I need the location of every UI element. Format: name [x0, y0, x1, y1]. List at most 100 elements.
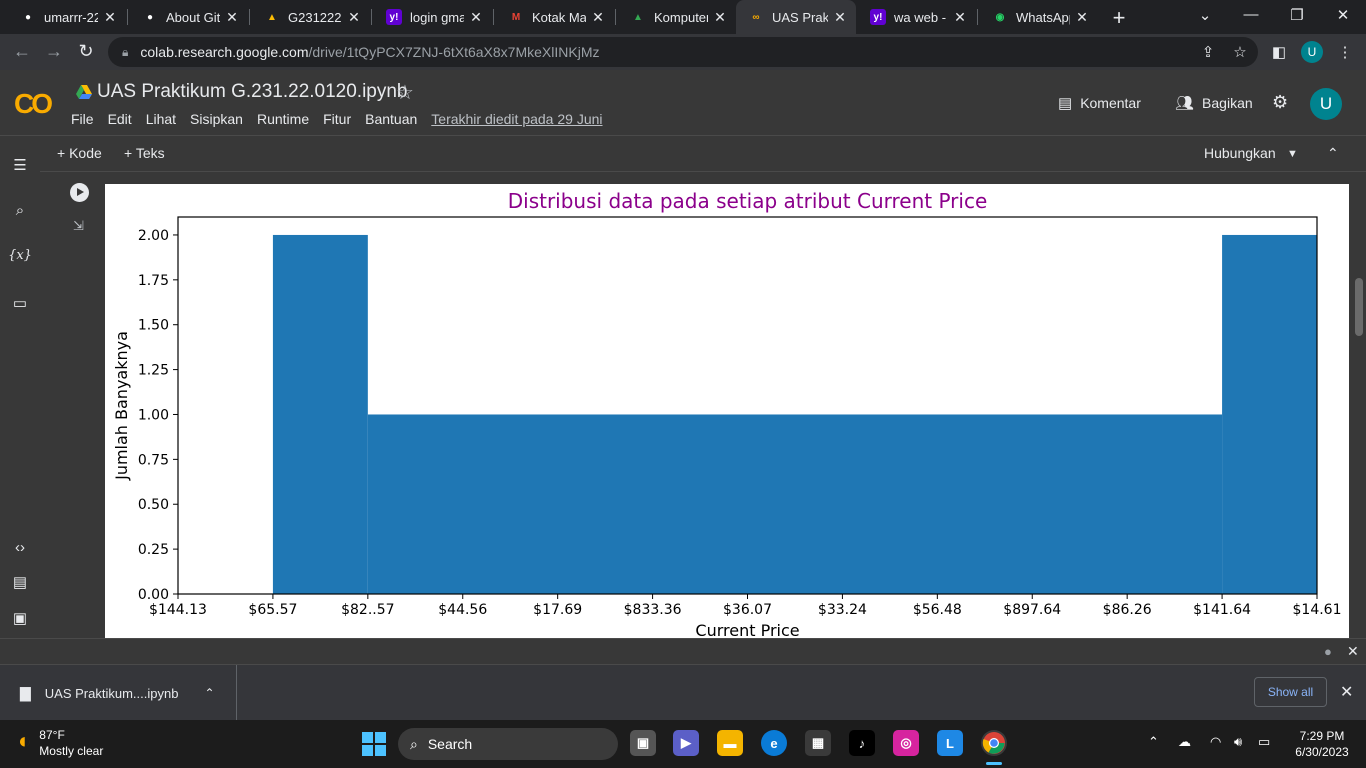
battery-icon[interactable]: ▭	[1258, 734, 1270, 750]
file-explorer-icon[interactable]: ▬	[717, 730, 743, 756]
tray-overflow-icon[interactable]: ⌃	[1148, 734, 1159, 750]
chart-output: 0.00 0.25 0.50 0.75 1.00 1.25 1.50 1.75 2.00 $144…	[105, 184, 1349, 638]
tab-2[interactable]: ▲ G231222-2✕	[252, 0, 370, 34]
close-tab-icon[interactable]: ✕	[712, 9, 728, 26]
tab-1[interactable]: ● About Gith✕	[130, 0, 248, 34]
edge-icon[interactable]: e	[761, 730, 787, 756]
tab-8[interactable]: ◉ WhatsApp ✕	[980, 0, 1098, 34]
line-app-icon[interactable]: L	[937, 730, 963, 756]
notebook-title-text[interactable]: UAS Praktikum G.231.22.0120.ipynb	[97, 81, 408, 103]
connect-button[interactable]: Hubungkan	[1204, 145, 1276, 161]
volume-icon[interactable]: 🔊︎	[1234, 734, 1242, 750]
close-tab-icon[interactable]: ✕	[468, 9, 484, 26]
share-button[interactable]: 👥︎ Bagikan	[1175, 94, 1253, 112]
x-tick-label: $56.48	[913, 602, 962, 618]
onedrive-icon[interactable]: ☁	[1178, 734, 1191, 750]
profile-avatar[interactable]: U	[1301, 41, 1323, 63]
maximize-button[interactable]: ❐	[1285, 6, 1309, 24]
terminal-icon[interactable]: ▣	[0, 609, 40, 627]
share-page-icon[interactable]: ⇪	[1198, 43, 1218, 61]
output-actions-icon[interactable]: ⇲	[73, 218, 84, 234]
menu-tools[interactable]: Fitur	[323, 111, 351, 127]
search-placeholder: Search	[427, 736, 473, 752]
download-chevron-icon[interactable]: ⌃	[204, 686, 214, 700]
close-tab-icon[interactable]: ✕	[832, 9, 848, 26]
taskbar-search[interactable]: ⌕ Search	[398, 728, 618, 760]
tab-separator	[493, 9, 494, 25]
new-tab-button[interactable]: +	[1108, 5, 1130, 31]
star-icon[interactable]: ☆	[396, 80, 414, 105]
instagram-icon[interactable]: ◎	[893, 730, 919, 756]
moon-icon: ◐	[18, 728, 32, 753]
scrollbar[interactable]	[1352, 172, 1366, 638]
command-palette-icon[interactable]: ▤	[0, 573, 40, 591]
side-panel-icon[interactable]: ◧	[1269, 43, 1289, 61]
reload-icon[interactable]: ↻	[75, 41, 97, 62]
colab-logo[interactable]: CO	[14, 88, 53, 120]
collapse-chevron-icon[interactable]: ⌃	[1327, 145, 1339, 162]
clock-date: 6/30/2023	[1295, 745, 1349, 759]
tab-4[interactable]: M Kotak Mas✕	[496, 0, 614, 34]
tab-7[interactable]: y! wa web - Y✕	[858, 0, 976, 34]
browser-menu-icon[interactable]: ⋮	[1335, 43, 1355, 61]
add-text-button[interactable]: + Teks	[124, 145, 165, 161]
close-window-button[interactable]: ✕	[1331, 6, 1355, 24]
chrome-icon[interactable]	[981, 730, 1007, 756]
minimize-button[interactable]: —	[1239, 6, 1263, 23]
x-tick-label: $17.69	[533, 602, 582, 618]
show-all-button[interactable]: Show all	[1254, 677, 1327, 707]
add-code-button[interactable]: + Kode	[57, 145, 102, 161]
run-cell-button[interactable]	[70, 183, 89, 202]
x-tick-label: $833.36	[624, 602, 682, 618]
close-tab-icon[interactable]: ✕	[224, 9, 240, 26]
menu-edit[interactable]: Edit	[108, 111, 132, 127]
teams-icon[interactable]: ▶	[673, 730, 699, 756]
menu-help[interactable]: Bantuan	[365, 111, 417, 127]
browser-tab-strip: ●umarrr-22/✕●About Gith✕▲G231222-2✕y!log…	[0, 0, 1366, 34]
close-status-icon[interactable]: ✕	[1347, 643, 1359, 660]
y-tick-label: 0.00	[138, 587, 169, 603]
bookmark-star-icon[interactable]: ☆	[1230, 43, 1250, 61]
download-item[interactable]: ▇ UAS Praktikum....ipynb ⌃	[0, 665, 237, 721]
close-downloads-icon[interactable]: ✕	[1340, 682, 1353, 702]
address-bar[interactable]: 🔒︎ colab.research.google.com/drive/1tQyP…	[108, 37, 1258, 67]
user-avatar[interactable]: U	[1310, 88, 1342, 120]
menu-runtime[interactable]: Runtime	[257, 111, 309, 127]
store-icon[interactable]: ▦	[805, 730, 831, 756]
windows-start-icon[interactable]	[362, 732, 386, 756]
tab-5[interactable]: ▲ Komputer ✕	[618, 0, 736, 34]
notebook-title[interactable]: UAS Praktikum G.231.22.0120.ipynb	[76, 81, 408, 103]
connect-dropdown-icon[interactable]: ▼	[1287, 148, 1298, 160]
tab-0[interactable]: ● umarrr-22/✕	[8, 0, 126, 34]
tiktok-icon[interactable]: ♪	[849, 730, 875, 756]
back-icon[interactable]: ←	[11, 41, 33, 62]
variables-icon[interactable]: {x}	[0, 248, 40, 263]
comment-button[interactable]: ▤ Komentar	[1058, 94, 1141, 112]
task-view-icon[interactable]: ▣	[630, 730, 656, 756]
close-tab-icon[interactable]: ✕	[590, 9, 606, 26]
tab-search-icon[interactable]: ⌄	[1193, 6, 1217, 24]
menu-view[interactable]: Lihat	[146, 111, 176, 127]
scrollbar-thumb[interactable]	[1355, 278, 1363, 336]
close-tab-icon[interactable]: ✕	[952, 9, 968, 26]
colab-header: CO UAS Praktikum G.231.22.0120.ipynb ☆ F…	[0, 70, 1366, 136]
menu-insert[interactable]: Sisipkan	[190, 111, 243, 127]
close-tab-icon[interactable]: ✕	[1074, 9, 1090, 26]
weather-condition: Mostly clear	[39, 744, 104, 758]
table-of-contents-icon[interactable]: ☰	[0, 156, 40, 174]
search-icon[interactable]: ⌕	[0, 202, 40, 219]
wifi-icon[interactable]: ◠	[1210, 734, 1221, 750]
whatsapp-icon: ◉	[995, 11, 1005, 23]
tab-6[interactable]: ∞ UAS Prakti✕	[736, 0, 856, 34]
code-snippets-icon[interactable]: ‹›	[0, 539, 40, 556]
folder-icon[interactable]: ▭	[0, 294, 40, 312]
close-tab-icon[interactable]: ✕	[102, 9, 118, 26]
taskbar-clock[interactable]: 7:29 PM 6/30/2023	[1290, 728, 1354, 760]
last-edit-link[interactable]: Terakhir diedit pada 29 Juni	[431, 111, 602, 127]
weather-widget[interactable]: ◐ 87°F Mostly clear	[18, 728, 103, 758]
tab-3[interactable]: y! login gmai ✕	[374, 0, 492, 34]
forward-icon[interactable]: →	[43, 41, 65, 62]
settings-gear-icon[interactable]: ⚙	[1272, 92, 1288, 113]
close-tab-icon[interactable]: ✕	[346, 9, 362, 26]
menu-file[interactable]: File	[71, 111, 94, 127]
